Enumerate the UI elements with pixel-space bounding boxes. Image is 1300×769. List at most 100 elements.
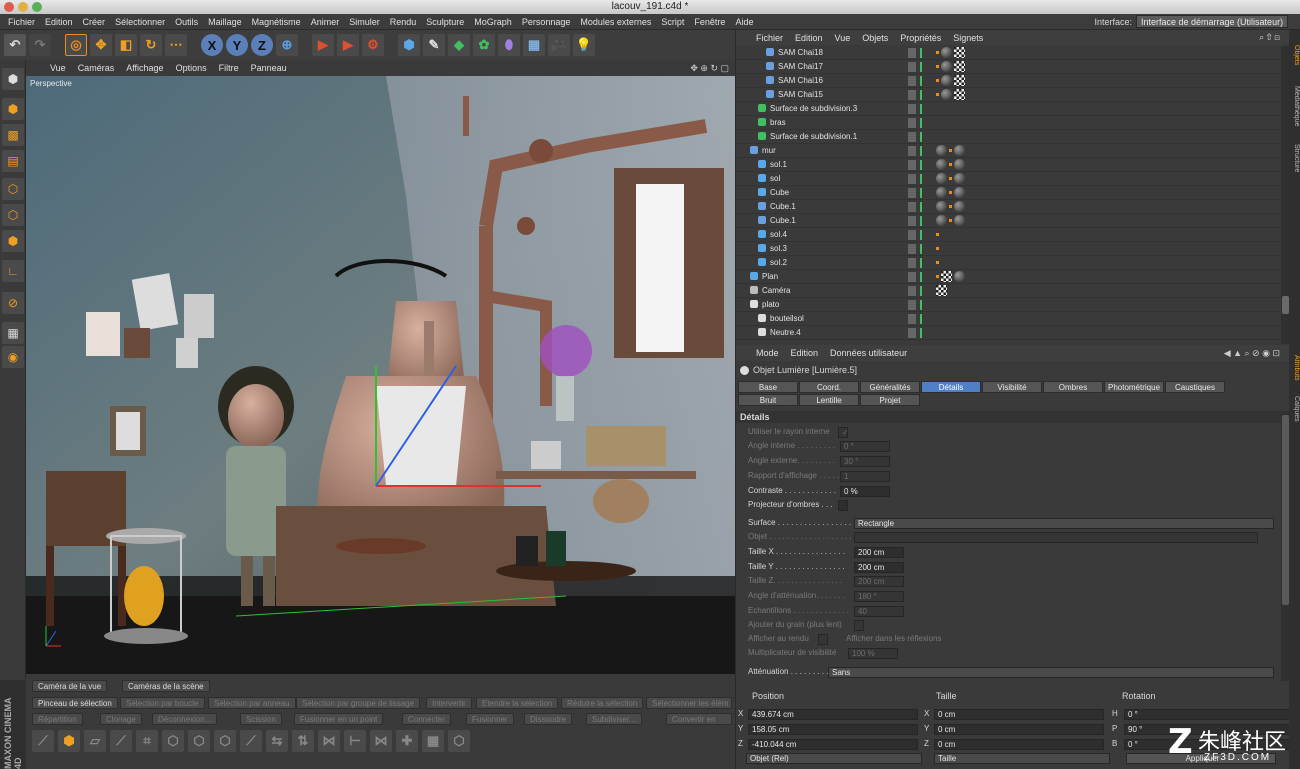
axis-x-toggle[interactable]: X [201, 34, 223, 56]
objects-menu-edition[interactable]: Edition [789, 33, 829, 43]
attr-tab[interactable]: Lentille [799, 394, 859, 406]
prop-dropdown[interactable]: Sans [828, 667, 1274, 678]
visibility-flags-icon[interactable] [908, 174, 930, 184]
coord-rotation-field[interactable]: 0 ° [1124, 709, 1294, 720]
material-tag-icon[interactable] [936, 215, 947, 226]
attr-tab[interactable]: Caustiques [1165, 381, 1225, 393]
object-row[interactable]: sol.2 [736, 256, 1281, 270]
menu-rendu[interactable]: Rendu [385, 17, 422, 27]
prop-value-field[interactable]: 0 % [840, 486, 890, 497]
objects-menu-proprietes[interactable]: Propriétés [894, 33, 947, 43]
prop-checkbox[interactable] [854, 620, 864, 631]
tag-dot-icon[interactable] [936, 93, 939, 96]
undo-icon[interactable]: ↶ [4, 34, 26, 56]
convert-button[interactable]: Convertir en [666, 713, 732, 725]
render-picture-viewer-icon[interactable]: ▶ [337, 34, 359, 56]
visibility-flags-icon[interactable] [908, 230, 930, 240]
menu-mograph[interactable]: MoGraph [469, 17, 517, 27]
objects-menu-fichier[interactable]: Fichier [750, 33, 789, 43]
prop-checkbox[interactable] [818, 634, 828, 645]
coord-position-field[interactable]: -410.044 cm [748, 739, 918, 750]
visibility-flags-icon[interactable] [908, 258, 930, 268]
object-tags[interactable] [936, 243, 939, 255]
attr-tab[interactable]: Ombres [1043, 381, 1103, 393]
attr-tab[interactable]: Photométrique [1104, 381, 1164, 393]
visibility-flags-icon[interactable] [908, 76, 930, 86]
menu-creer[interactable]: Créer [78, 17, 111, 27]
visibility-flags-icon[interactable] [908, 314, 930, 324]
distribution-button[interactable]: Répartition [32, 713, 83, 725]
viewport-menu-vue[interactable]: Vue [44, 63, 72, 73]
menu-modules-externes[interactable]: Modules externes [575, 17, 656, 27]
merge-point-button[interactable]: Fusionner en un point [294, 713, 384, 725]
subdivision-surface-icon[interactable]: ◆ [448, 34, 470, 56]
floor-icon[interactable]: ▦ [523, 34, 545, 56]
attr-tab[interactable]: Coord. [799, 381, 859, 393]
material-tag-icon[interactable] [954, 215, 965, 226]
attr-menu-user-data[interactable]: Données utilisateur [824, 348, 913, 358]
object-row[interactable]: Plan [736, 270, 1281, 284]
object-row[interactable]: Cube.1 [736, 200, 1281, 214]
material-tag-icon[interactable] [941, 89, 952, 100]
prop-dropdown[interactable]: Rectangle [854, 518, 1274, 529]
viewport-menu-affichage[interactable]: Affichage [120, 63, 169, 73]
tag-dot-icon[interactable] [949, 177, 952, 180]
slide-icon[interactable]: ⇅ [292, 730, 314, 752]
smooth-shift-icon[interactable]: ⋈ [370, 730, 392, 752]
object-row[interactable]: Surface de subdivision.1 [736, 130, 1281, 144]
interface-select[interactable]: Interface de démarrage (Utilisateur) [1136, 15, 1288, 28]
coord-size-mode-select[interactable]: Taille [934, 753, 1110, 764]
attr-tab[interactable]: Projet [860, 394, 920, 406]
menu-fenetre[interactable]: Fenêtre [689, 17, 730, 27]
brush-icon[interactable]: ⟋ [240, 730, 262, 752]
object-row[interactable]: Neutre.4 [736, 326, 1281, 340]
smoothing-group-selection-button[interactable]: Sélection par groupe de lissage [296, 697, 421, 709]
object-row[interactable]: sol.1 [736, 158, 1281, 172]
tag-dot-icon[interactable] [936, 51, 939, 54]
coord-size-field[interactable]: 0 cm [934, 709, 1104, 720]
object-tags[interactable] [936, 145, 965, 157]
disconnect-button[interactable]: Déconnexion... [152, 713, 218, 725]
objects-menu-vue[interactable]: Vue [829, 33, 857, 43]
minimize-window-icon[interactable] [18, 2, 28, 12]
menu-simuler[interactable]: Simuler [344, 17, 385, 27]
deformer-icon[interactable]: ⬮ [498, 34, 520, 56]
visibility-flags-icon[interactable] [908, 90, 930, 100]
tag-dot-icon[interactable] [949, 205, 952, 208]
prop-value-field[interactable]: 0 ° [840, 441, 890, 452]
set-point-icon[interactable]: ⊢ [344, 730, 366, 752]
material-tag-icon[interactable] [941, 47, 952, 58]
visibility-flags-icon[interactable] [908, 286, 930, 296]
object-row[interactable]: Surface de subdivision.3 [736, 102, 1281, 116]
menu-edition[interactable]: Edition [40, 17, 78, 27]
viewport-menu-panneau[interactable]: Panneau [245, 63, 293, 73]
attr-tab[interactable]: Généralités [860, 381, 920, 393]
texture-tag-icon[interactable] [954, 89, 965, 100]
workplane-mode-icon[interactable]: ▤ [2, 150, 24, 172]
prop-checkbox[interactable] [838, 500, 848, 511]
edges-mode-icon[interactable]: ⬡ [2, 204, 24, 226]
objects-search-icon[interactable]: ⌕ ⇧ ⊡ [1259, 32, 1280, 43]
zoom-window-icon[interactable] [32, 2, 42, 12]
menu-magnetisme[interactable]: Magnétisme [247, 17, 306, 27]
prop-checkbox[interactable]: ✓ [838, 427, 849, 438]
view-camera-button[interactable]: Caméra de la vue [32, 680, 108, 692]
menu-aide[interactable]: Aide [730, 17, 758, 27]
viewport-menu-options[interactable]: Options [170, 63, 213, 73]
object-row[interactable]: Cube [736, 186, 1281, 200]
menu-animer[interactable]: Animer [306, 17, 345, 27]
magnet-icon[interactable]: ⌗ [136, 730, 158, 752]
object-tags[interactable] [936, 159, 965, 171]
coordinate-system-icon[interactable]: ⊕ [276, 34, 298, 56]
tag-dot-icon[interactable] [949, 191, 952, 194]
object-tags[interactable] [936, 285, 947, 297]
scale-icon[interactable]: ◧ [115, 34, 137, 56]
object-tags[interactable] [936, 257, 939, 269]
texture-tag-icon[interactable] [941, 271, 952, 282]
split-button[interactable]: Scission [240, 713, 282, 725]
spline-pen-icon[interactable]: ✎ [423, 34, 445, 56]
knife-icon[interactable]: ⟋ [110, 730, 132, 752]
array-icon[interactable]: ✿ [473, 34, 495, 56]
extrude-icon[interactable]: ⬢ [58, 730, 80, 752]
brush-selection-button[interactable]: Pinceau de sélection [32, 697, 118, 709]
